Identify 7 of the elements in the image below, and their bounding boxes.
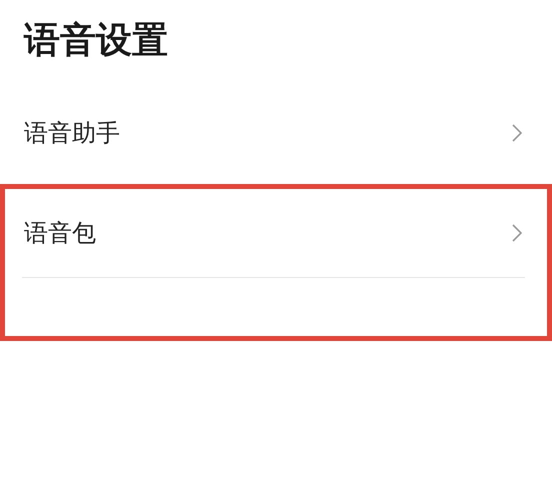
settings-item[interactable]: 语音助手 xyxy=(0,86,552,180)
chevron-icon xyxy=(512,224,522,242)
settings-item[interactable]: 语音包 xyxy=(5,188,547,277)
chevron-icon xyxy=(512,124,522,142)
page-title: 语音设置 xyxy=(24,19,169,63)
item-label: 语音包 xyxy=(24,218,96,249)
item-label: 语音助手 xyxy=(24,118,120,150)
